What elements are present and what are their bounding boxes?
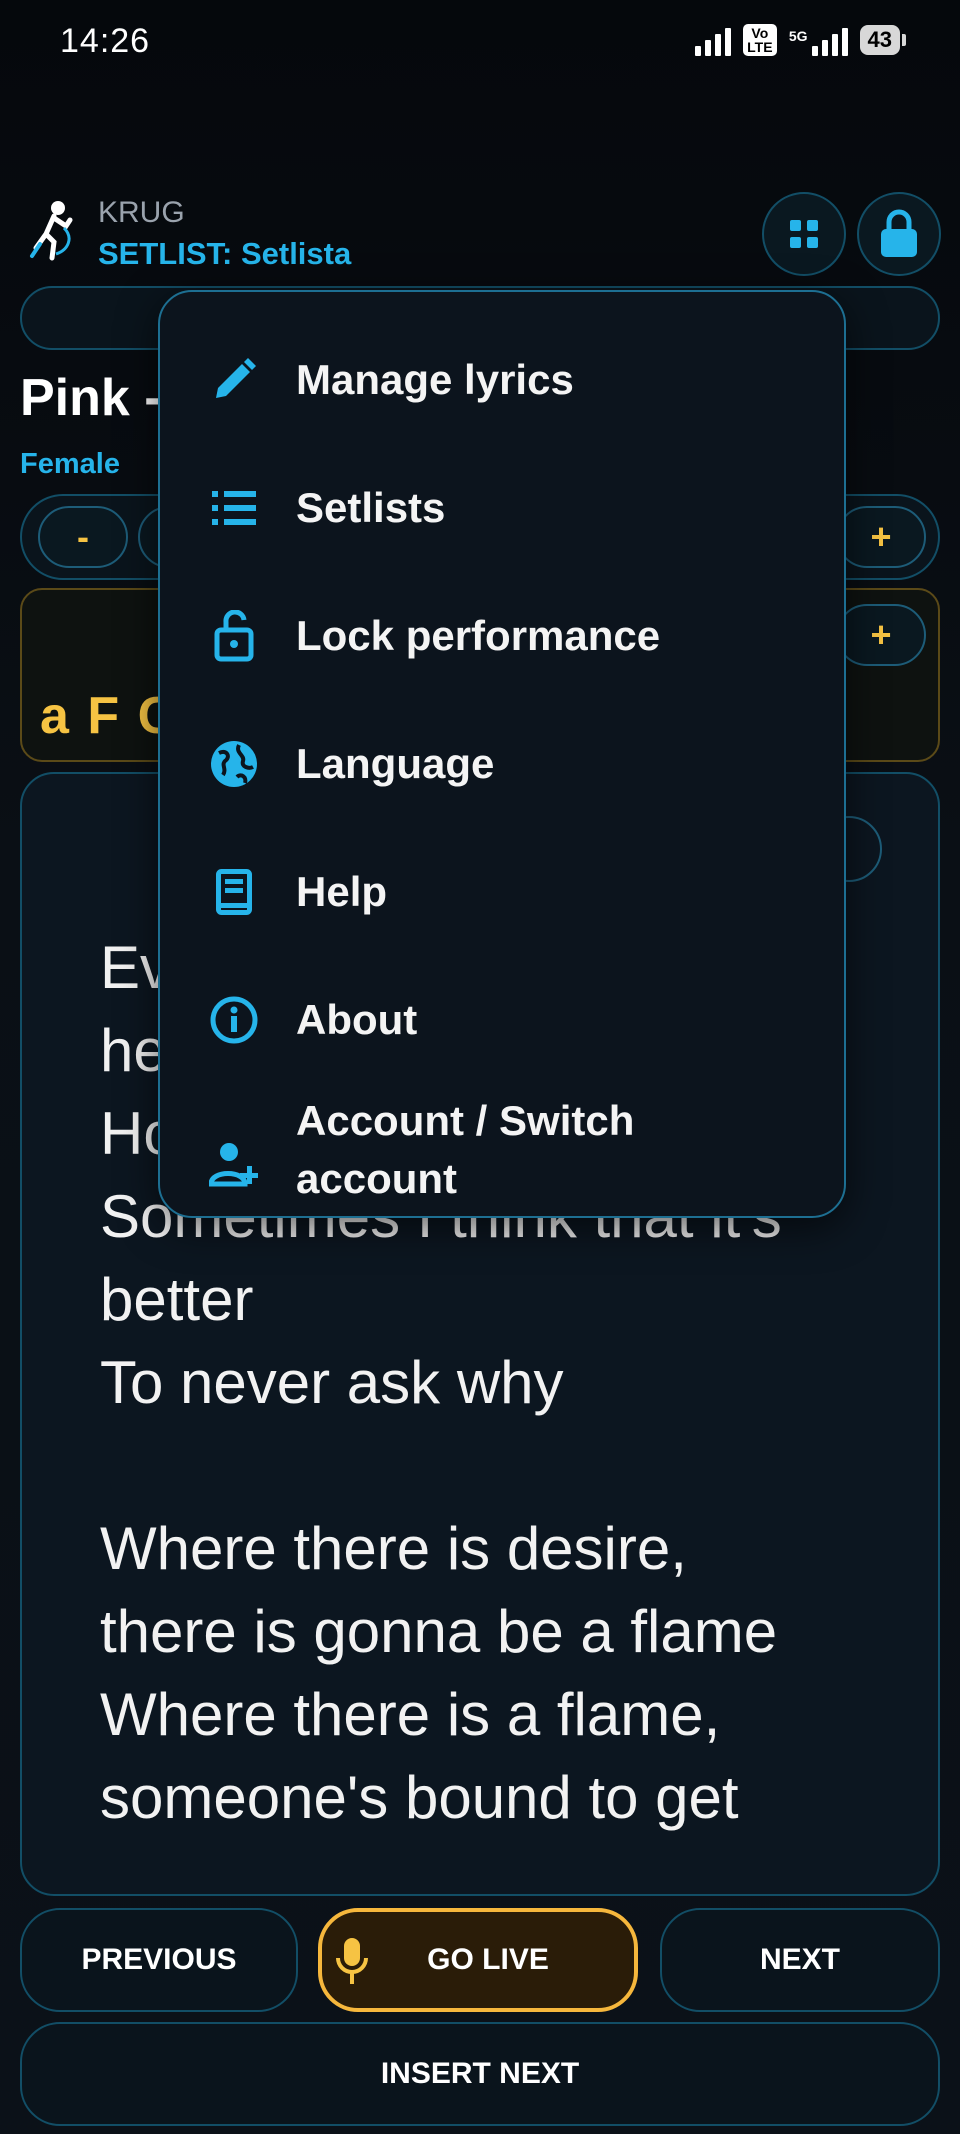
signal-5g-icon: 5G [789, 24, 848, 56]
volte-badge: Vo LTE [742, 24, 777, 56]
next-label: NEXT [759, 1943, 840, 1976]
overflow-menu: Manage lyrics Setlists Lock performance [158, 290, 846, 1218]
menu-item-manage-lyrics[interactable]: Manage lyrics [160, 344, 846, 416]
go-live-label: GO LIVE [427, 1943, 549, 1976]
app-name: KRUG [98, 196, 185, 229]
signal-icon [694, 24, 731, 56]
status-icons: Vo LTE 5G 43 [694, 24, 907, 56]
chords-plus-button[interactable]: + [836, 604, 926, 666]
list-icon [208, 482, 260, 534]
network-type: 5G [788, 28, 808, 44]
pencil-icon [208, 354, 260, 406]
song-title: Pink - [20, 369, 162, 427]
plus-button[interactable]: + [836, 506, 926, 568]
grid-menu-button[interactable] [762, 192, 846, 276]
status-time: 14:26 [60, 22, 151, 60]
singer-logo-icon [30, 201, 73, 261]
previous-button[interactable]: PREVIOUS [20, 1908, 298, 2012]
menu-label: Lock performance [296, 612, 661, 659]
app-header: KRUG SETLIST: Setlista [0, 180, 960, 290]
microphone-icon [336, 1938, 368, 1984]
info-icon [208, 994, 260, 1046]
plus-label: + [870, 516, 892, 557]
insert-next-button[interactable]: INSERT NEXT [20, 2022, 940, 2126]
menu-label: About [296, 996, 418, 1043]
menu-item-about[interactable]: About [160, 984, 846, 1056]
setlist-label[interactable]: SETLIST: Setlista [98, 236, 351, 272]
voice-label: Female [20, 448, 120, 480]
menu-label: Language [296, 740, 495, 787]
menu-label: Manage lyrics [296, 356, 574, 403]
go-live-button[interactable]: GO LIVE [318, 1908, 638, 2012]
next-button[interactable]: NEXT [660, 1908, 940, 2012]
menu-label: Setlists [296, 484, 446, 531]
menu-item-account[interactable]: Account / Switch account [160, 1092, 846, 1212]
globe-icon [208, 738, 260, 790]
minus-button[interactable]: - [38, 506, 128, 568]
insert-next-label: INSERT NEXT [380, 2057, 580, 2090]
menu-item-lock-performance[interactable]: Lock performance [160, 600, 846, 672]
lock-icon [881, 209, 917, 257]
menu-label: Account / Switch account [296, 1097, 635, 1202]
grid-icon [790, 220, 818, 248]
minus-label: - [77, 516, 89, 557]
chords-text: a F C [40, 687, 178, 745]
battery-indicator: 43 [859, 25, 907, 55]
menu-item-language[interactable]: Language [160, 728, 846, 800]
book-icon [208, 866, 260, 918]
status-bar: 14:26 Vo LTE 5G 43 [0, 0, 960, 90]
lock-button[interactable] [857, 192, 941, 276]
previous-label: PREVIOUS [81, 1943, 237, 1976]
menu-item-help[interactable]: Help [160, 856, 846, 928]
add-user-icon [208, 1138, 260, 1190]
chords-plus-label: + [870, 614, 892, 655]
menu-item-setlists[interactable]: Setlists [160, 472, 846, 544]
menu-label: Help [296, 868, 388, 915]
unlock-icon [208, 610, 260, 662]
